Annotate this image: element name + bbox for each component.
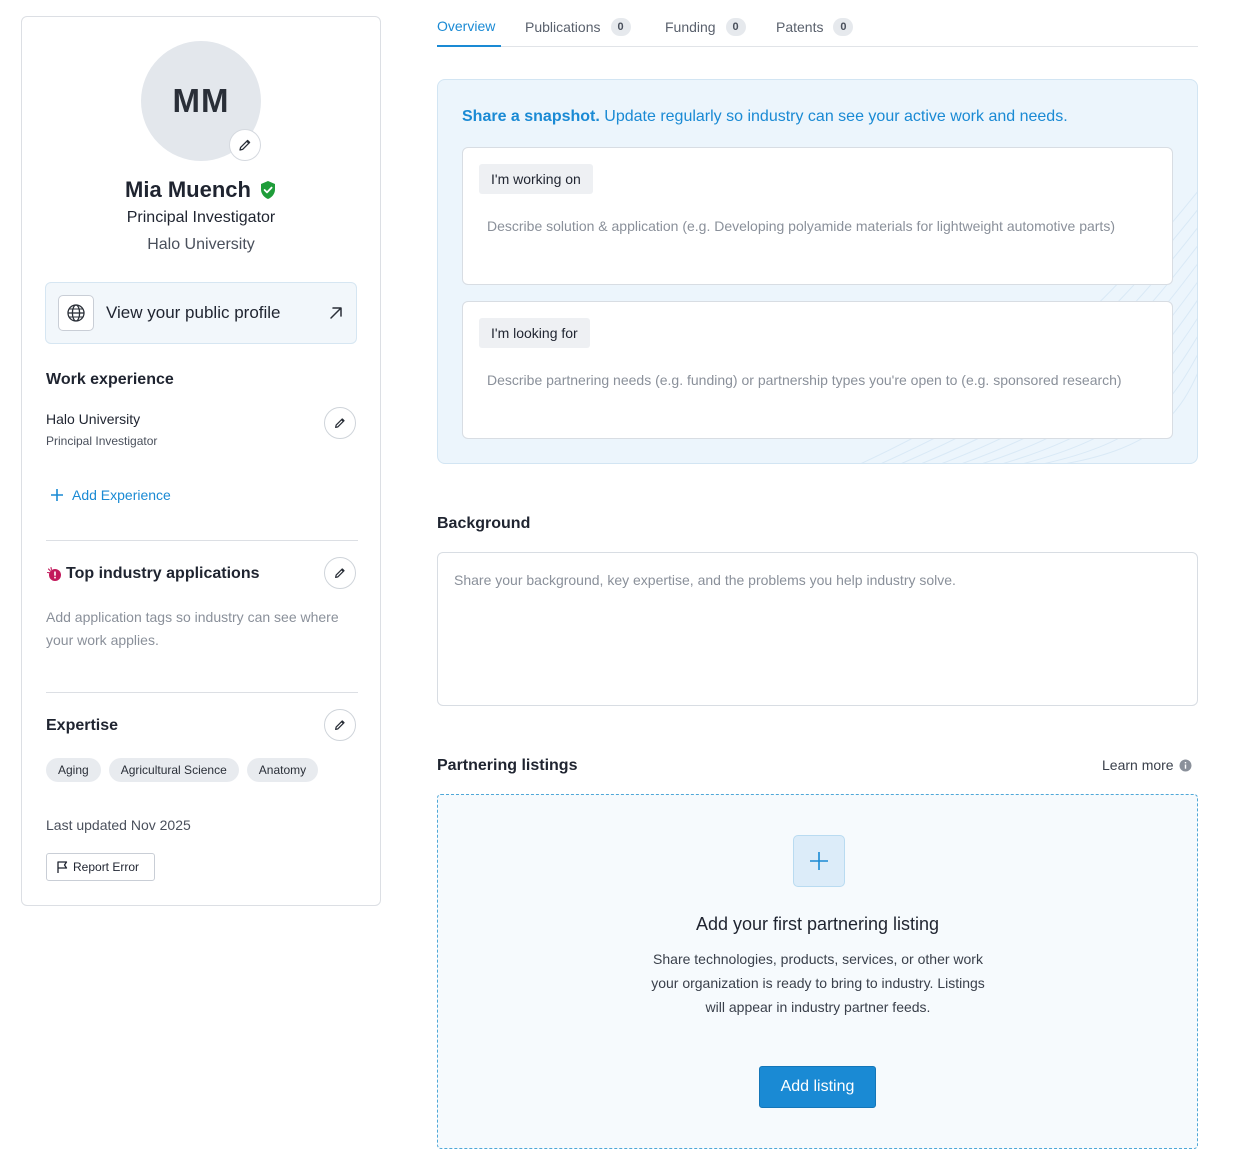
learn-more-link[interactable]: Learn more bbox=[1102, 757, 1192, 773]
view-public-profile-button[interactable]: View your public profile bbox=[45, 282, 357, 344]
profile-title: Principal Investigator bbox=[126, 209, 276, 226]
tab-overview[interactable]: Overview bbox=[437, 18, 495, 34]
globe-icon bbox=[58, 295, 94, 331]
profile-card: MM Mia Muench Principal Investigator Hal… bbox=[21, 16, 381, 906]
pencil-icon bbox=[335, 418, 345, 428]
pencil-icon bbox=[239, 139, 251, 151]
profile-name: Mia Muench bbox=[125, 177, 251, 202]
snapshot-heading: Share a snapshot. Update regularly so in… bbox=[462, 108, 1068, 126]
arrow-up-right-icon bbox=[330, 307, 342, 319]
plus-icon bbox=[51, 489, 63, 501]
edit-industry-applications-button[interactable] bbox=[324, 557, 356, 589]
tab-label: Patents bbox=[776, 19, 824, 35]
learn-more-label: Learn more bbox=[1102, 757, 1174, 773]
last-updated: Last updated Nov 2025 bbox=[46, 817, 191, 833]
edit-expertise-button[interactable] bbox=[324, 709, 356, 741]
snapshot-heading-bold: Share a snapshot. bbox=[462, 108, 600, 125]
plus-icon bbox=[810, 852, 828, 870]
industry-applications-heading: Top industry applications bbox=[66, 565, 260, 582]
partnering-listings-heading: Partnering listings bbox=[437, 757, 578, 774]
work-experience-heading: Work experience bbox=[46, 371, 174, 388]
background-input[interactable]: Share your background, key expertise, an… bbox=[437, 552, 1198, 706]
flag-icon bbox=[57, 861, 68, 873]
partnering-empty-description: Share technologies, products, services, … bbox=[651, 951, 985, 1015]
profile-tabs: Overview Publications 0 Funding 0 Patent… bbox=[437, 0, 1198, 47]
report-error-button[interactable]: Report Error bbox=[46, 853, 155, 881]
working-on-placeholder: Describe solution & application (e.g. De… bbox=[487, 218, 1115, 234]
industry-applications-empty-text: Add application tags so industry can see… bbox=[46, 609, 339, 648]
tab-funding[interactable]: Funding 0 bbox=[665, 18, 746, 36]
looking-for-placeholder: Describe partnering needs (e.g. funding)… bbox=[487, 372, 1122, 388]
edit-avatar-button[interactable] bbox=[229, 129, 261, 161]
tab-label: Overview bbox=[437, 18, 496, 34]
expertise-tags: Aging Agricultural Science Anatomy bbox=[46, 758, 319, 782]
tab-count-badge: 0 bbox=[610, 18, 631, 36]
working-on-label: I'm working on bbox=[479, 164, 593, 194]
edit-experience-button[interactable] bbox=[324, 407, 356, 439]
info-icon bbox=[1179, 759, 1192, 771]
divider bbox=[46, 692, 358, 693]
tab-count-badge: 0 bbox=[725, 18, 746, 36]
expertise-tag: Agricultural Science bbox=[108, 758, 239, 782]
active-tab-indicator bbox=[437, 45, 501, 47]
shield-check-icon bbox=[260, 181, 275, 199]
partnering-empty-heading: Add your first partnering listing bbox=[695, 914, 940, 934]
snapshot-panel: Share a snapshot. Update regularly so in… bbox=[437, 79, 1198, 464]
avatar-initials: MM bbox=[172, 82, 230, 119]
alert-badge-icon bbox=[46, 566, 61, 581]
profile-name-row: Mia Muench bbox=[22, 177, 380, 203]
add-experience-label: Add Experience bbox=[72, 487, 171, 503]
tab-count-badge: 0 bbox=[833, 18, 854, 36]
expertise-tag: Aging bbox=[46, 758, 101, 782]
tab-label: Funding bbox=[665, 19, 716, 35]
background-placeholder: Share your background, key expertise, an… bbox=[454, 572, 956, 588]
report-error-label: Report Error bbox=[73, 860, 140, 874]
working-on-field[interactable]: I'm working on Describe solution & appli… bbox=[462, 147, 1173, 285]
add-listing-button[interactable]: Add listing bbox=[759, 1066, 876, 1108]
experience-role: Principal Investigator bbox=[46, 434, 158, 448]
profile-organization: Halo University bbox=[147, 236, 255, 253]
tab-publications[interactable]: Publications 0 bbox=[525, 18, 631, 36]
pencil-icon bbox=[335, 720, 345, 730]
expertise-heading: Expertise bbox=[46, 717, 119, 734]
background-heading: Background bbox=[437, 515, 531, 532]
tab-patents[interactable]: Patents 0 bbox=[776, 18, 854, 36]
divider bbox=[46, 540, 358, 541]
tab-label: Publications bbox=[525, 19, 601, 35]
snapshot-heading-rest: Update regularly so industry can see you… bbox=[599, 108, 1068, 125]
partnering-empty-state: Add your first partnering listing Share … bbox=[437, 794, 1198, 1149]
looking-for-field[interactable]: I'm looking for Describe partnering need… bbox=[462, 301, 1173, 439]
add-experience-button[interactable]: Add Experience bbox=[50, 487, 171, 503]
view-public-profile-label: View your public profile bbox=[106, 303, 281, 322]
pencil-icon bbox=[335, 568, 345, 578]
looking-for-label: I'm looking for bbox=[479, 318, 590, 348]
add-listing-plus-button[interactable] bbox=[793, 835, 845, 887]
experience-organization: Halo University bbox=[46, 411, 141, 427]
expertise-tag: Anatomy bbox=[246, 758, 319, 782]
